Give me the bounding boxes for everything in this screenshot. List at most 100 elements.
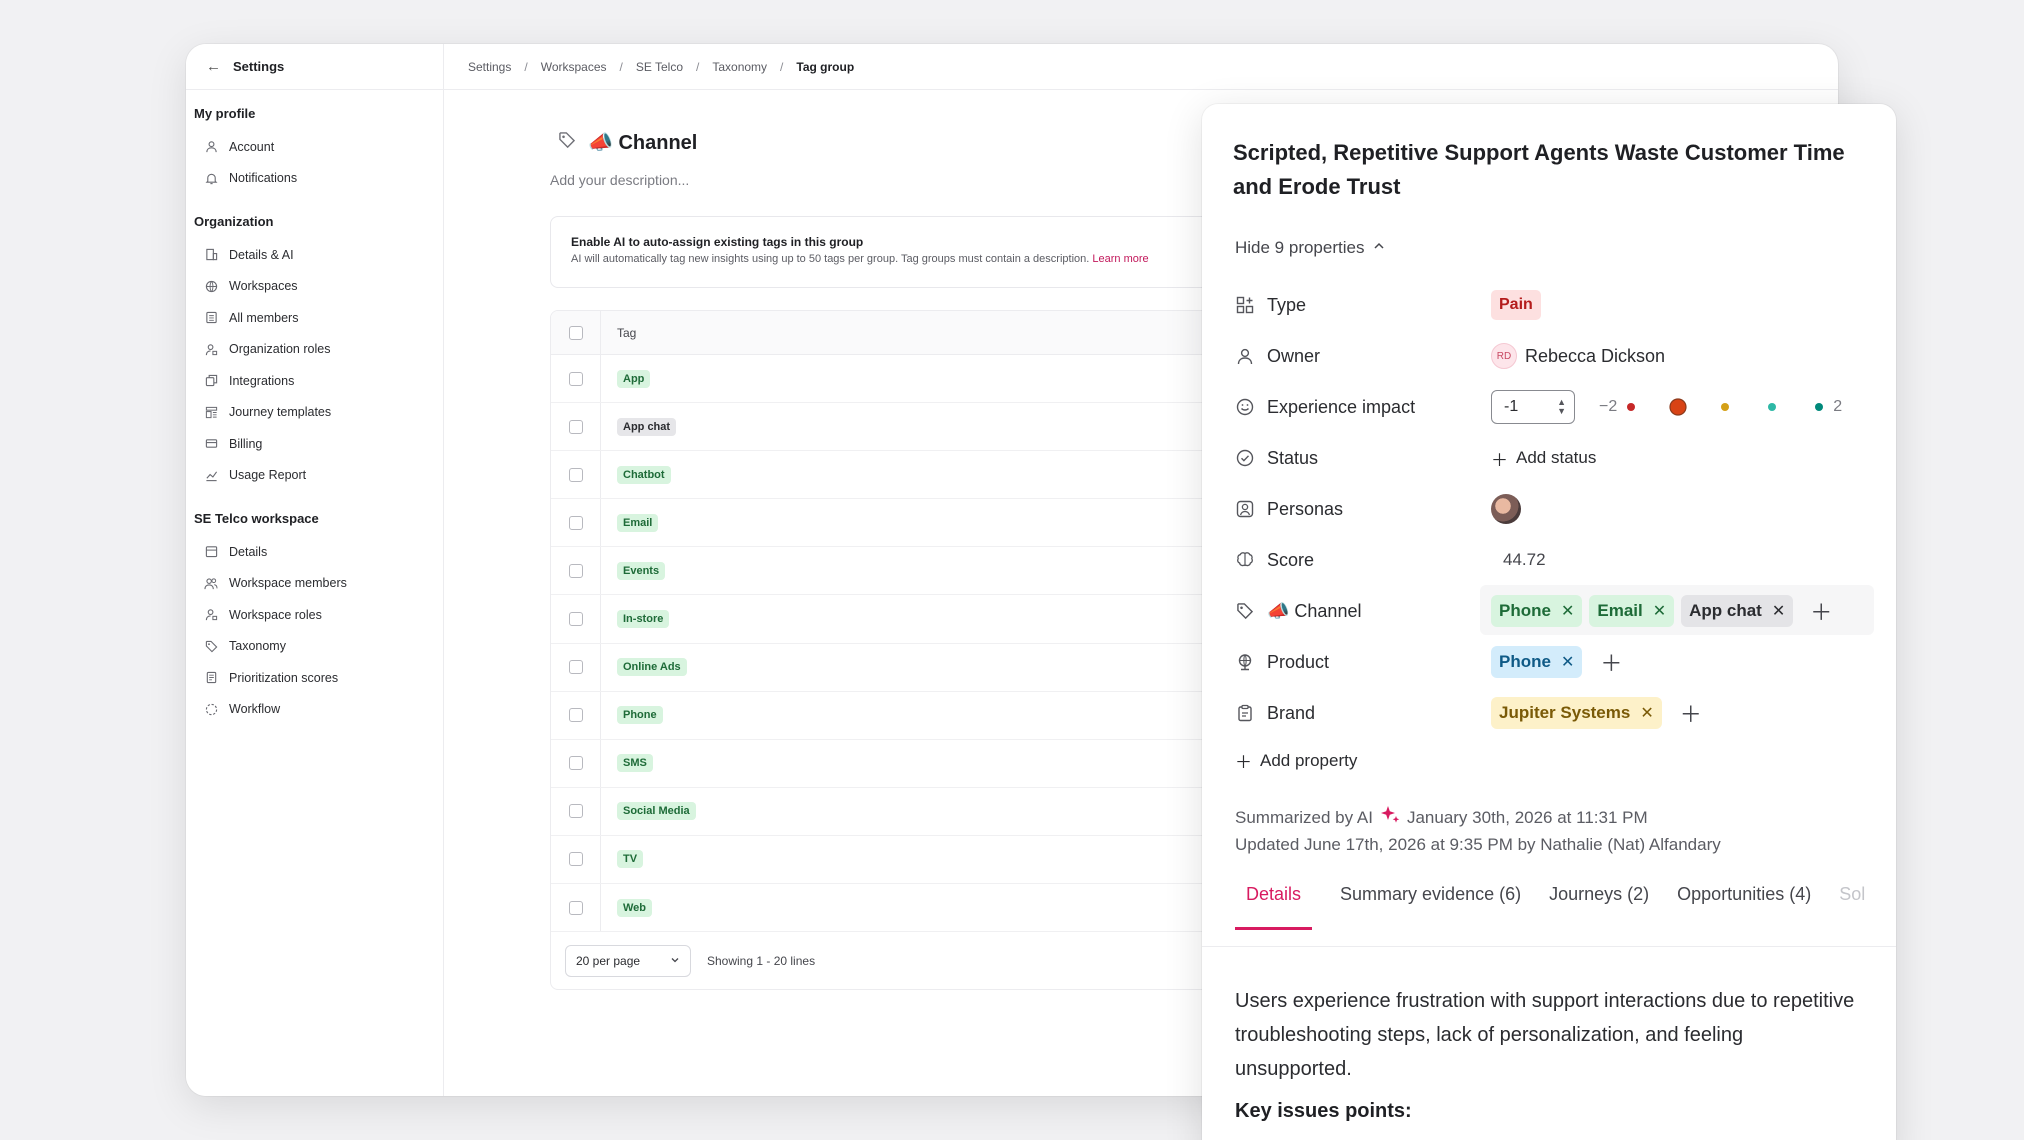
sidebar-item-organization-roles[interactable]: Organization roles (186, 334, 443, 366)
close-icon[interactable]: ✕ (1653, 601, 1666, 621)
sidebar-item-billing[interactable]: Billing (186, 428, 443, 460)
table-row[interactable]: App chat (551, 403, 1269, 452)
description-input[interactable]: Add your description... (550, 172, 689, 188)
learn-more-link[interactable]: Learn more (1092, 253, 1148, 265)
breadcrumb-workspaces[interactable]: Workspaces (541, 60, 607, 74)
row-checkbox[interactable] (568, 515, 583, 530)
tag-pill[interactable]: TV (617, 850, 644, 869)
plus-icon: ＋ (1235, 753, 1252, 772)
select-all-checkbox[interactable] (568, 325, 583, 340)
table-row[interactable]: Online Ads (551, 643, 1269, 692)
table-row[interactable]: In-store (551, 595, 1269, 644)
tag-pill[interactable]: Chatbot (617, 465, 671, 484)
row-checkbox[interactable] (568, 756, 583, 771)
tag-pill[interactable]: SMS (617, 754, 653, 773)
table-footer: 20 per page Showing 1 - 20 lines (551, 932, 1269, 989)
add-status-button[interactable]: ＋ Add status (1491, 446, 1596, 471)
sidebar-item-label: Organization roles (229, 342, 331, 357)
tag-pill[interactable]: Events (617, 561, 666, 580)
tab-journeys[interactable]: Journeys (2) (1549, 880, 1649, 930)
close-icon[interactable]: ✕ (1561, 601, 1574, 621)
product-tag-phone[interactable]: Phone ✕ (1491, 646, 1583, 678)
brand-tag-jupiter-systems[interactable]: Jupiter Systems ✕ (1491, 697, 1662, 729)
add-property-button[interactable]: ＋ Add property (1235, 748, 1357, 773)
table-row[interactable]: Events (551, 547, 1269, 596)
sidebar-item-workspace-roles[interactable]: Workspace roles (186, 599, 443, 631)
channel-tag-phone[interactable]: Phone ✕ (1491, 595, 1583, 627)
per-page-select[interactable]: 20 per page (565, 945, 691, 978)
tag-pill[interactable]: Email (617, 513, 659, 532)
owner-name[interactable]: Rebecca Dickson (1525, 346, 1665, 367)
add-brand-plus-icon[interactable]: ＋ (1680, 697, 1702, 729)
row-checkbox[interactable] (568, 419, 583, 434)
tag-pill[interactable]: Online Ads (617, 658, 687, 677)
table-row[interactable]: Email (551, 499, 1269, 548)
row-checkbox[interactable] (568, 371, 583, 386)
table-row[interactable]: TV (551, 835, 1269, 885)
tag-pill[interactable]: In-store (617, 610, 670, 629)
table-row[interactable]: Phone (551, 691, 1269, 740)
channel-tag-email[interactable]: Email ✕ (1589, 595, 1675, 627)
stepper-arrows-icon[interactable]: ▲ ▼ (1557, 398, 1566, 416)
tag-pill[interactable]: Web (617, 898, 653, 917)
add-product-plus-icon[interactable]: ＋ (1600, 646, 1622, 678)
close-icon[interactable]: ✕ (1640, 703, 1653, 723)
tag-pill[interactable]: Social Media (617, 802, 696, 821)
property-owner: Owner RD Rebecca Dickson (1235, 336, 1875, 376)
sidebar-item-account[interactable]: Account (186, 131, 443, 163)
sidebar-item-all-members[interactable]: All members (186, 302, 443, 334)
sidebar-item-workflow[interactable]: Workflow (186, 694, 443, 726)
add-channel-plus-icon[interactable]: ＋ (1810, 595, 1832, 627)
sidebar-item-integrations[interactable]: Integrations (186, 365, 443, 397)
table-row[interactable]: Web (551, 884, 1269, 933)
sidebar-item-taxonomy[interactable]: Taxonomy (186, 631, 443, 663)
property-label: 📣 Channel (1267, 600, 1362, 621)
tab-summary-evidence[interactable]: Summary evidence (6) (1340, 880, 1521, 930)
close-icon[interactable]: ✕ (1772, 601, 1785, 621)
row-checkbox[interactable] (568, 660, 583, 675)
row-checkbox[interactable] (568, 467, 583, 482)
hide-properties-toggle[interactable]: Hide 9 properties (1235, 238, 1386, 258)
persona-avatar[interactable] (1491, 494, 1521, 524)
slider-track[interactable] (1625, 395, 1825, 419)
back-arrow-icon[interactable]: ← (206, 58, 221, 75)
slider-min-label: −2 (1599, 398, 1618, 415)
tab-solutions[interactable]: Sol (1839, 880, 1865, 930)
sidebar-item-notifications[interactable]: Notifications (186, 163, 443, 195)
table-row[interactable]: App (551, 355, 1269, 404)
insight-title[interactable]: Scripted, Repetitive Support Agents Wast… (1233, 136, 1863, 204)
settings-sidebar: ← Settings My profile Account Notificati… (186, 44, 444, 1096)
table-row[interactable]: Social Media (551, 787, 1269, 836)
close-icon[interactable]: ✕ (1561, 652, 1574, 672)
row-checkbox[interactable] (568, 563, 583, 578)
row-checkbox[interactable] (568, 708, 583, 723)
breadcrumb-settings[interactable]: Settings (468, 60, 511, 74)
sidebar-item-details[interactable]: Details (186, 536, 443, 568)
tag-pill[interactable]: App chat (617, 417, 677, 436)
row-checkbox[interactable] (568, 612, 583, 627)
row-checkbox[interactable] (568, 900, 583, 915)
channel-tag-app-chat[interactable]: App chat ✕ (1681, 595, 1794, 627)
property-status: Status ＋ Add status (1235, 438, 1875, 478)
row-checkbox[interactable] (568, 852, 583, 867)
impact-stepper[interactable]: -1 ▲ ▼ (1491, 390, 1575, 424)
impact-slider[interactable]: −2 2 (1599, 395, 1842, 419)
sidebar-item-journey-templates[interactable]: Journey templates (186, 397, 443, 429)
tag-pill[interactable]: Phone (617, 706, 663, 725)
sidebar-item-workspaces[interactable]: Workspaces (186, 271, 443, 303)
sidebar-item-usage-report[interactable]: Usage Report (186, 460, 443, 492)
tag-group-title[interactable]: 📣 Channel (588, 130, 697, 155)
breadcrumb-taxonomy[interactable]: Taxonomy (712, 60, 767, 74)
table-row[interactable]: Chatbot (551, 451, 1269, 500)
type-badge-pain[interactable]: Pain (1491, 290, 1541, 320)
check-circle-icon (1235, 448, 1255, 468)
sidebar-item-workspace-members[interactable]: Workspace members (186, 568, 443, 600)
sidebar-item-prioritization-scores[interactable]: Prioritization scores (186, 662, 443, 694)
table-row[interactable]: SMS (551, 739, 1269, 788)
sidebar-item-details-ai[interactable]: Details & AI (186, 239, 443, 271)
row-checkbox[interactable] (568, 804, 583, 819)
tag-pill[interactable]: App (617, 369, 651, 388)
tab-details[interactable]: Details (1235, 880, 1313, 930)
breadcrumb-se-telco[interactable]: SE Telco (636, 60, 683, 74)
tab-opportunities[interactable]: Opportunities (4) (1677, 880, 1811, 930)
